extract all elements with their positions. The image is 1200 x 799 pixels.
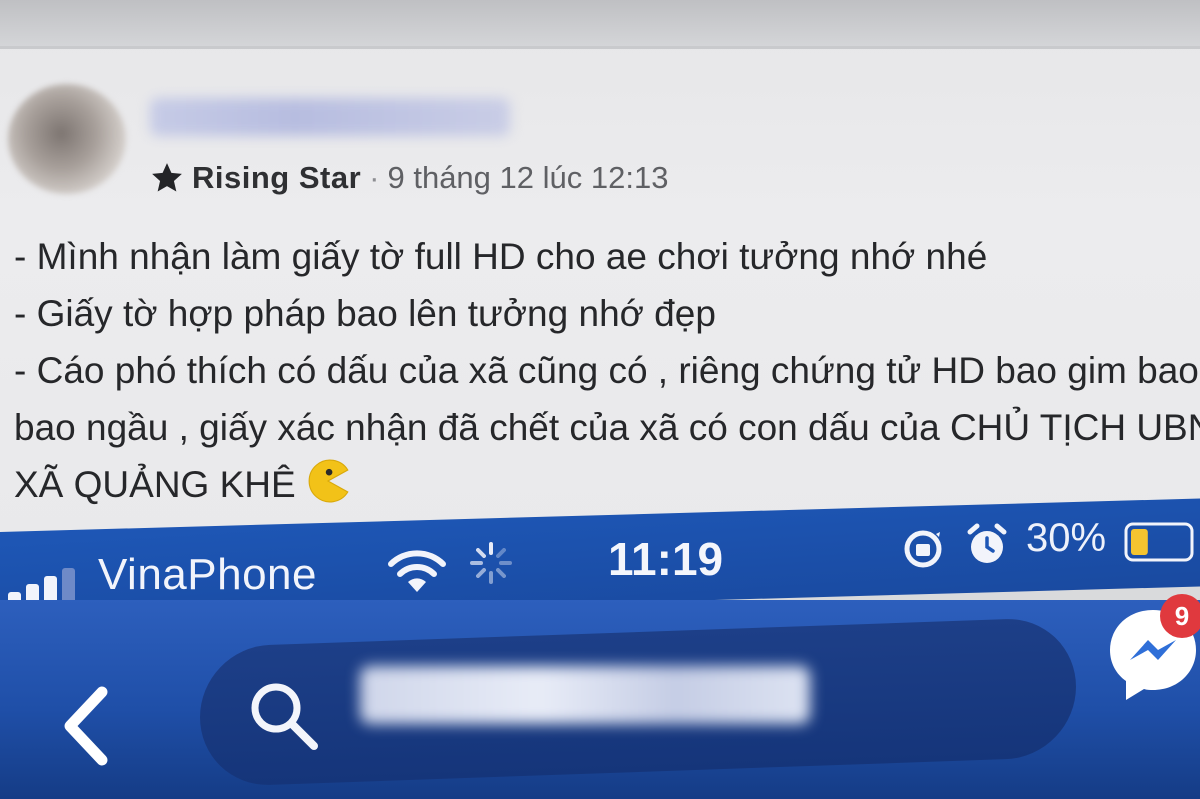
author-badge[interactable]: Rising Star <box>192 160 361 196</box>
author-avatar[interactable] <box>8 84 126 194</box>
back-button[interactable] <box>56 686 116 766</box>
wifi-icon <box>386 548 448 601</box>
pacman-emoji-icon <box>306 459 350 519</box>
post-meta: Rising Star · 9 tháng 12 lúc 12:13 <box>150 156 668 200</box>
top-divider <box>0 0 1200 46</box>
post-timestamp[interactable]: 9 tháng 12 lúc 12:13 <box>387 160 668 196</box>
post-line-4: bao ngầu , giấy xác nhận đã chết của xã … <box>14 407 1200 448</box>
divider-line <box>0 46 1200 49</box>
alarm-icon <box>966 522 1008 573</box>
orientation-lock-icon <box>900 526 946 577</box>
meta-separator: · <box>369 160 380 195</box>
post-text: - Mình nhận làm giấy tờ full HD cho ae c… <box>14 228 1200 519</box>
post-line-5-text: XÃ QUẢNG KHÊ <box>14 464 296 505</box>
battery-percent: 30% <box>1026 516 1107 560</box>
messenger-badge: 9 <box>1160 594 1200 638</box>
post-line-2: - Giấy tờ hợp pháp bao lên tưởng nhớ đẹp <box>14 293 716 334</box>
post-card: Rising Star · 9 tháng 12 lúc 12:13 - Mìn… <box>0 0 1200 545</box>
post-line-3: - Cáo phó thích có dấu của xã cũng có , … <box>14 350 1200 391</box>
status-time: 11:19 <box>608 533 724 585</box>
carrier-name: VinaPhone <box>98 550 317 599</box>
post-line-1: - Mình nhận làm giấy tờ full HD cho ae c… <box>14 236 988 277</box>
search-icon[interactable] <box>244 676 324 761</box>
star-icon <box>150 161 184 195</box>
author-name-blurred[interactable] <box>150 98 510 136</box>
activity-spinner-icon <box>468 540 514 591</box>
battery-icon <box>1124 520 1200 569</box>
search-query-blurred[interactable] <box>360 666 810 724</box>
